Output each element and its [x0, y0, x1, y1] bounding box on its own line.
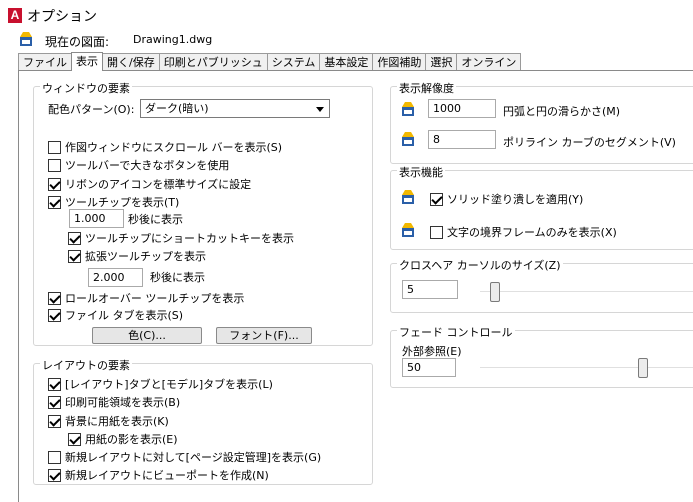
tab-system[interactable]: システム: [266, 53, 321, 71]
tab-online[interactable]: オンライン: [456, 53, 522, 71]
drawing-setting-icon: [402, 132, 414, 146]
paper-shadow-checkbox[interactable]: [68, 432, 81, 446]
shortcut-keys-option[interactable]: ツールチップにショートカットキーを表示: [68, 230, 294, 246]
text-frame-label: 文字の境界フレームのみを表示(X): [447, 226, 617, 239]
rollover-option[interactable]: ロールオーバー ツールチップを表示: [48, 290, 244, 306]
file-tabs-option[interactable]: ファイル タブを表示(S): [48, 307, 183, 323]
polyline-segments-input[interactable]: 8: [428, 130, 496, 149]
extended-delay-label: 秒後に表示: [150, 271, 205, 284]
window-title: オプション: [27, 9, 97, 25]
title-bar: [0, 0, 693, 30]
paper-shadow-label: 用紙の影を表示(E): [85, 433, 178, 446]
layout-model-tabs-option[interactable]: [レイアウト]タブと[モデル]タブを表示(L): [48, 376, 273, 392]
layout-elements-title: レイアウトの要素: [40, 357, 132, 373]
layout-model-tabs-checkbox[interactable]: [48, 377, 61, 391]
xref-fade-slider-track[interactable]: [480, 367, 693, 368]
polyline-segments-label: ポリライン カーブのセグメント(V): [503, 136, 676, 149]
text-frame-option[interactable]: 文字の境界フレームのみを表示(X): [430, 224, 617, 240]
fonts-button[interactable]: フォント(F)...: [216, 327, 312, 344]
tooltip-delay-input[interactable]: 1.000: [69, 209, 124, 228]
file-tabs-label: ファイル タブを表示(S): [65, 309, 184, 322]
xref-fade-label: 外部参照(E): [402, 345, 462, 358]
tooltips-checkbox[interactable]: [48, 195, 61, 209]
crosshair-size-slider-track[interactable]: [480, 291, 693, 292]
window-elements-title: ウィンドウの要素: [40, 80, 132, 96]
tab-drafting[interactable]: 作図補助: [372, 53, 427, 71]
extended-tooltips-label: 拡張ツールチップを表示: [85, 250, 206, 263]
scrollbars-label: 作図ウィンドウにスクロール バーを表示(S): [65, 141, 283, 154]
page-setup-manager-checkbox[interactable]: [48, 450, 61, 464]
display-performance-title: 表示機能: [397, 164, 445, 180]
display-resolution-group: [390, 86, 693, 164]
current-drawing-label: 現在の図面:: [45, 35, 110, 49]
printable-area-label: 印刷可能領域を表示(B): [65, 396, 181, 409]
colors-button[interactable]: 色(C)...: [92, 327, 202, 344]
solid-fill-option[interactable]: ソリッド塗り潰しを適用(Y): [430, 191, 583, 207]
shortcut-keys-label: ツールチップにショートカットキーを表示: [85, 232, 294, 245]
tab-files[interactable]: ファイル: [18, 53, 72, 71]
ribbon-icons-checkbox[interactable]: [48, 177, 61, 191]
xref-fade-input[interactable]: 50: [402, 358, 456, 377]
tab-plot-publish[interactable]: 印刷とパブリッシュ: [158, 53, 268, 71]
printable-area-option[interactable]: 印刷可能領域を表示(B): [48, 394, 180, 410]
fade-control-title: フェード コントロール: [397, 324, 515, 340]
tab-user-preferences[interactable]: 基本設定: [319, 53, 374, 71]
printable-area-checkbox[interactable]: [48, 395, 61, 409]
large-buttons-checkbox[interactable]: [48, 158, 61, 172]
file-tabs-checkbox[interactable]: [48, 308, 61, 322]
page-setup-manager-label: 新規レイアウトに対して[ページ設定管理]を表示(G): [65, 451, 322, 464]
create-viewport-label: 新規レイアウトにビューポートを作成(N): [65, 469, 269, 482]
create-viewport-checkbox[interactable]: [48, 468, 61, 482]
scrollbars-option[interactable]: 作図ウィンドウにスクロール バーを表示(S): [48, 139, 282, 155]
rollover-label: ロールオーバー ツールチップを表示: [65, 292, 245, 305]
autocad-app-icon: A: [8, 8, 22, 23]
drawing-setting-icon: [402, 102, 414, 116]
color-scheme-select[interactable]: ダーク(暗い): [140, 99, 330, 118]
crosshair-size-slider-thumb[interactable]: [490, 282, 500, 302]
paper-background-checkbox[interactable]: [48, 414, 61, 428]
chevron-down-icon: [316, 107, 324, 112]
tooltip-delay-label: 秒後に表示: [128, 213, 183, 226]
text-frame-checkbox[interactable]: [430, 225, 443, 239]
options-tab-strip: ファイル 表示 開く/保存 印刷とパブリッシュ システム 基本設定 作図補助 選…: [18, 52, 522, 71]
large-buttons-label: ツールバーで大きなボタンを使用: [65, 159, 230, 172]
paper-background-option[interactable]: 背景に用紙を表示(K): [48, 413, 169, 429]
extended-tooltips-option[interactable]: 拡張ツールチップを表示: [68, 248, 206, 264]
current-drawing-value: Drawing1.dwg: [133, 33, 213, 46]
ribbon-icons-option[interactable]: リボンのアイコンを標準サイズに設定: [48, 176, 251, 192]
create-viewport-option[interactable]: 新規レイアウトにビューポートを作成(N): [48, 467, 269, 483]
xref-fade-slider-thumb[interactable]: [638, 358, 648, 378]
drawing-file-icon: [20, 32, 32, 46]
color-scheme-label: 配色パターン(O):: [48, 103, 135, 116]
tooltips-option[interactable]: ツールチップを表示(T): [48, 194, 179, 210]
crosshair-size-input[interactable]: 5: [402, 280, 458, 299]
tab-open-save[interactable]: 開く/保存: [102, 53, 160, 71]
solid-fill-checkbox[interactable]: [430, 192, 443, 206]
drawing-setting-icon: [402, 223, 414, 237]
solid-fill-label: ソリッド塗り潰しを適用(Y): [447, 193, 584, 206]
large-buttons-option[interactable]: ツールバーで大きなボタンを使用: [48, 157, 229, 173]
extended-tooltips-checkbox[interactable]: [68, 249, 81, 263]
ribbon-icons-label: リボンのアイコンを標準サイズに設定: [65, 178, 252, 191]
scrollbars-checkbox[interactable]: [48, 140, 61, 154]
crosshair-size-title: クロスヘア カーソルのサイズ(Z): [397, 257, 563, 273]
tooltips-label: ツールチップを表示(T): [65, 196, 180, 209]
layout-model-tabs-label: [レイアウト]タブと[モデル]タブを表示(L): [65, 378, 273, 391]
display-resolution-title: 表示解像度: [397, 80, 456, 96]
arc-smoothness-label: 円弧と円の滑らかさ(M): [503, 105, 621, 118]
color-scheme-value: ダーク(暗い): [145, 102, 209, 115]
page-setup-manager-option[interactable]: 新規レイアウトに対して[ページ設定管理]を表示(G): [48, 449, 321, 465]
extended-delay-input[interactable]: 2.000: [88, 268, 143, 287]
paper-shadow-option[interactable]: 用紙の影を表示(E): [68, 431, 178, 447]
shortcut-keys-checkbox[interactable]: [68, 231, 81, 245]
tab-display[interactable]: 表示: [71, 52, 103, 71]
tab-selection[interactable]: 選択: [425, 53, 458, 71]
rollover-checkbox[interactable]: [48, 291, 61, 305]
paper-background-label: 背景に用紙を表示(K): [65, 415, 169, 428]
arc-smoothness-input[interactable]: 1000: [428, 99, 496, 118]
drawing-setting-icon: [402, 190, 414, 204]
